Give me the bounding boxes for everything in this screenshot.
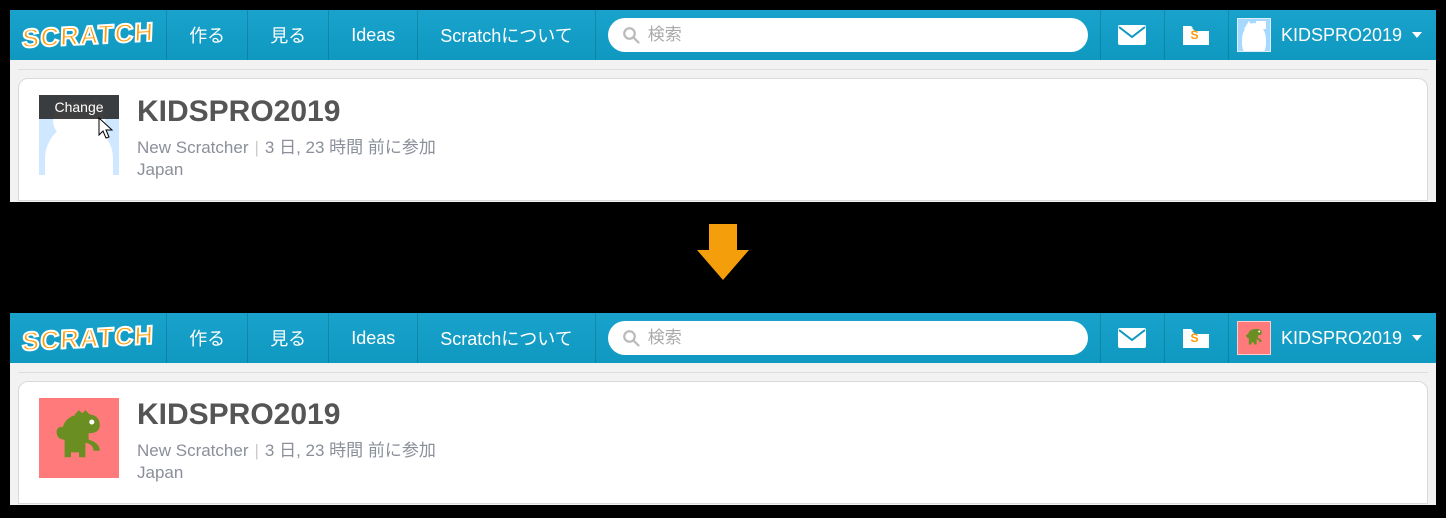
nav-ideas[interactable]: Ideas xyxy=(328,10,417,60)
search-icon xyxy=(622,329,640,347)
profile-username: KIDSPRO2019 xyxy=(137,398,436,432)
messages-button[interactable] xyxy=(1100,313,1164,363)
mystuff-button[interactable]: S xyxy=(1164,10,1228,60)
profile-country: Japan xyxy=(137,160,436,180)
profile-meta: New Scratcher|3 日, 23 時間 前に参加 xyxy=(137,436,436,461)
profile-content-after: KIDSPRO2019 New Scratcher|3 日, 23 時間 前に参… xyxy=(10,363,1436,504)
mail-icon xyxy=(1117,327,1147,349)
nav-ideas[interactable]: Ideas xyxy=(328,313,417,363)
scratch-logo[interactable]: SCRATCH xyxy=(10,313,166,363)
nav-about[interactable]: Scratchについて xyxy=(417,313,594,363)
nav-explore[interactable]: 見る xyxy=(247,10,328,60)
top-navbar-after: SCRATCH 作る 見る Ideas Scratchについて xyxy=(10,313,1436,363)
user-avatar-small xyxy=(1237,321,1271,355)
folder-icon: S xyxy=(1182,24,1210,46)
user-menu[interactable]: KIDSPRO2019 xyxy=(1228,10,1436,60)
user-menu-name: KIDSPRO2019 xyxy=(1281,328,1402,349)
search-input[interactable] xyxy=(648,328,1074,348)
dino-icon xyxy=(1241,325,1267,351)
dino-icon xyxy=(47,406,111,470)
scratch-logo[interactable]: SCRATCH xyxy=(10,10,166,60)
messages-button[interactable] xyxy=(1100,10,1164,60)
user-menu[interactable]: KIDSPRO2019 xyxy=(1228,313,1436,363)
profile-username: KIDSPRO2019 xyxy=(137,95,436,129)
user-avatar-small xyxy=(1237,18,1271,52)
scratch-logo-text: SCRATCH xyxy=(22,319,155,357)
search-wrap xyxy=(595,313,1100,363)
search-input[interactable] xyxy=(648,25,1074,45)
profile-avatar[interactable] xyxy=(39,398,119,478)
transition-arrow-icon xyxy=(697,224,749,284)
avatar-change-button[interactable]: Change xyxy=(39,95,119,119)
search-icon xyxy=(622,26,640,44)
folder-icon: S xyxy=(1182,327,1210,349)
user-menu-name: KIDSPRO2019 xyxy=(1281,25,1402,46)
after-panel: SCRATCH 作る 見る Ideas Scratchについて xyxy=(10,313,1436,505)
profile-card: Change KIDSPRO2019 New Scratcher|3 日, 23… xyxy=(18,78,1428,201)
nav-explore[interactable]: 見る xyxy=(247,313,328,363)
chevron-down-icon xyxy=(1412,335,1422,341)
profile-joined: 3 日, 23 時間 前に参加 xyxy=(265,441,436,460)
profile-content: Change KIDSPRO2019 New Scratcher|3 日, 23… xyxy=(10,60,1436,201)
profile-card: KIDSPRO2019 New Scratcher|3 日, 23 時間 前に参… xyxy=(18,381,1428,504)
before-panel: SCRATCH 作る 見る Ideas Scratchについて xyxy=(10,10,1436,202)
search-box[interactable] xyxy=(608,321,1088,355)
search-wrap xyxy=(595,10,1100,60)
profile-joined: 3 日, 23 時間 前に参加 xyxy=(265,138,436,157)
scratch-logo-text: SCRATCH xyxy=(22,16,155,54)
mail-icon xyxy=(1117,24,1147,46)
nav-create[interactable]: 作る xyxy=(166,313,247,363)
profile-role: New Scratcher xyxy=(137,138,248,157)
profile-avatar[interactable]: Change xyxy=(39,95,119,175)
top-navbar: SCRATCH 作る 見る Ideas Scratchについて xyxy=(10,10,1436,60)
chevron-down-icon xyxy=(1412,32,1422,38)
nav-create[interactable]: 作る xyxy=(166,10,247,60)
profile-country: Japan xyxy=(137,463,436,483)
search-box[interactable] xyxy=(608,18,1088,52)
nav-about[interactable]: Scratchについて xyxy=(417,10,594,60)
mystuff-button[interactable]: S xyxy=(1164,313,1228,363)
profile-meta: New Scratcher|3 日, 23 時間 前に参加 xyxy=(137,133,436,158)
profile-role: New Scratcher xyxy=(137,441,248,460)
